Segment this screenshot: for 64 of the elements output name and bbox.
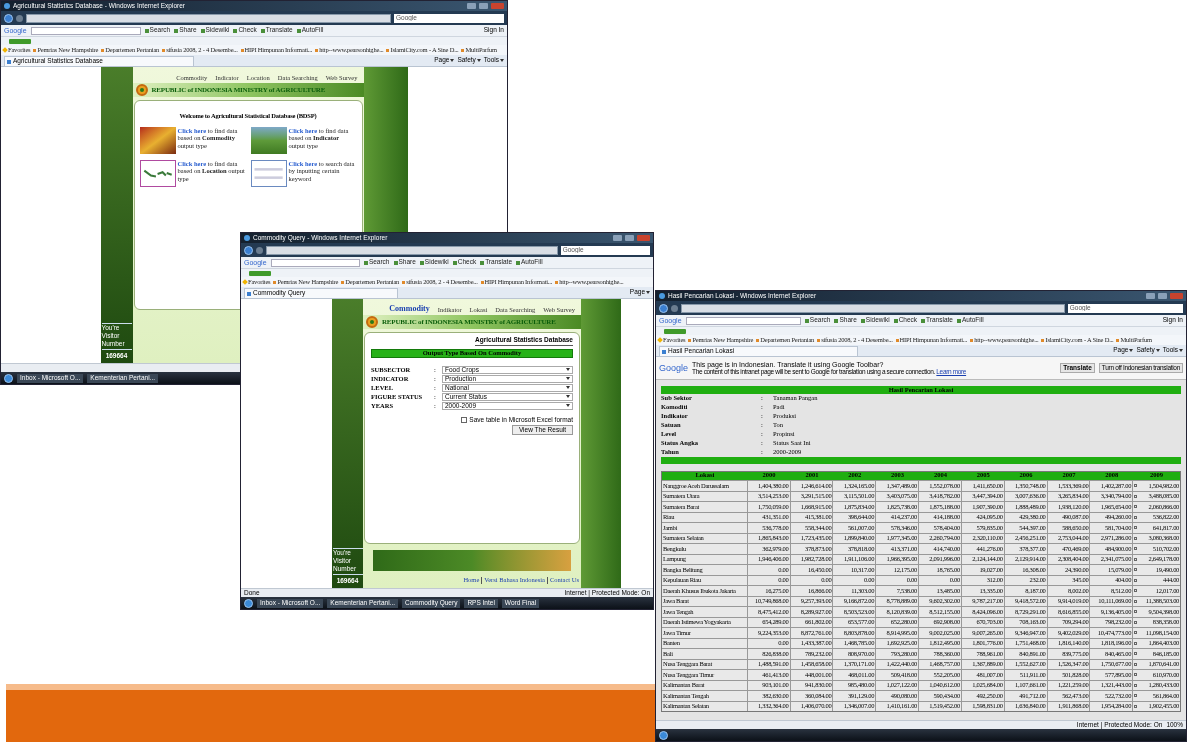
ministry-logo-icon	[135, 84, 148, 96]
address-field[interactable]	[266, 245, 558, 255]
search-form-drawing	[250, 159, 287, 187]
caret-icon	[1179, 349, 1183, 352]
chart-icon[interactable]	[1134, 547, 1138, 551]
chart-icon[interactable]	[1134, 641, 1138, 645]
forward-button[interactable]	[671, 304, 678, 312]
chart-icon[interactable]	[1134, 515, 1138, 519]
caret-icon	[566, 377, 570, 381]
start-button[interactable]	[244, 598, 253, 608]
chart-icon[interactable]	[1134, 673, 1138, 677]
caret-icon	[1129, 349, 1134, 352]
chart-icon[interactable]	[1134, 568, 1138, 572]
back-button[interactable]	[4, 13, 13, 23]
field-photo-placeholder	[250, 126, 287, 154]
browser-icon	[4, 3, 10, 9]
google-search-field[interactable]	[270, 258, 360, 267]
chart-icon[interactable]	[1134, 683, 1138, 687]
chart-icon[interactable]	[1134, 578, 1138, 582]
start-button[interactable]	[4, 373, 13, 383]
chart-icon[interactable]	[1134, 589, 1138, 593]
browser-icon	[659, 293, 665, 299]
address-field[interactable]	[26, 13, 391, 23]
chart-icon[interactable]	[1134, 599, 1138, 603]
chart-icon[interactable]	[1134, 662, 1138, 666]
caret-icon	[566, 395, 570, 399]
address-field[interactable]	[681, 303, 1065, 313]
back-button[interactable]	[659, 303, 668, 313]
chart-icon[interactable]	[1134, 694, 1138, 698]
excel-checkbox[interactable]	[461, 417, 468, 423]
ministry-logo-icon	[366, 316, 378, 328]
chart-icon[interactable]	[1134, 652, 1138, 656]
chart-icon[interactable]	[1134, 631, 1138, 635]
chart-icon[interactable]	[1134, 505, 1138, 509]
google-logo: Google	[659, 363, 689, 373]
caret-icon	[1155, 349, 1160, 352]
chart-icon[interactable]	[1134, 536, 1138, 540]
back-button[interactable]	[244, 245, 253, 255]
chart-icon[interactable]	[1134, 704, 1138, 708]
google-search-field[interactable]	[685, 316, 801, 325]
start-button[interactable]	[659, 730, 668, 740]
toolbar-pill-icon	[9, 38, 31, 44]
chart-icon[interactable]	[1134, 526, 1138, 530]
caret-icon	[646, 291, 650, 294]
chart-icon[interactable]	[1134, 494, 1138, 498]
nav-link[interactable]: Commodity	[389, 305, 430, 313]
forward-button[interactable]	[16, 14, 23, 22]
google-search-field[interactable]	[30, 26, 141, 35]
toolbar-pill-icon	[249, 270, 271, 276]
caret-icon	[566, 404, 570, 408]
caret-icon	[500, 59, 504, 62]
caret-icon	[566, 368, 570, 372]
toolbar-pill-icon	[664, 328, 686, 334]
caret-icon	[476, 59, 481, 62]
fruit-photo-placeholder	[139, 126, 176, 154]
caret-icon	[450, 59, 455, 62]
forward-button[interactable]	[256, 246, 263, 254]
browser-icon	[244, 235, 250, 241]
chart-icon[interactable]	[1134, 610, 1138, 614]
chart-icon[interactable]	[1134, 557, 1138, 561]
caret-icon	[566, 386, 570, 390]
chart-icon[interactable]	[1134, 484, 1138, 488]
island-map-drawing	[139, 159, 176, 187]
chart-icon[interactable]	[1134, 620, 1138, 624]
